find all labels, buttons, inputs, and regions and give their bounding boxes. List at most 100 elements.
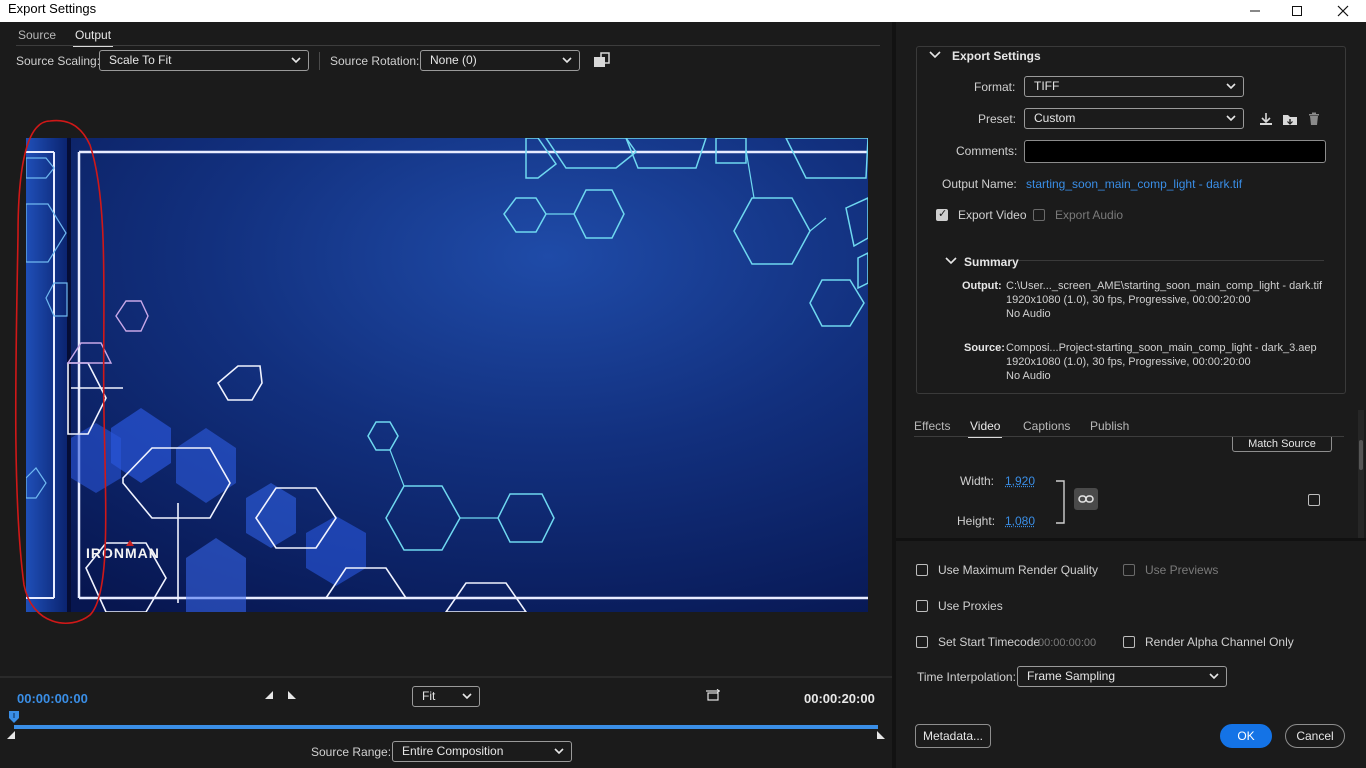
- chevron-down-icon[interactable]: [945, 256, 957, 266]
- source-rotation-value: None (0): [430, 53, 477, 67]
- scrollbar-track[interactable]: [1358, 410, 1364, 538]
- source-range-dropdown[interactable]: Entire Composition: [392, 741, 572, 762]
- preset-label: Preset:: [978, 112, 1017, 126]
- render-alpha-label: Render Alpha Channel Only: [1145, 635, 1294, 649]
- chevron-down-icon[interactable]: [929, 50, 941, 60]
- chevron-down-icon: [554, 748, 564, 755]
- summary-rule: [1018, 260, 1324, 261]
- summary-source-audio: No Audio: [1006, 370, 1051, 382]
- left-tabs: Source Output: [0, 22, 892, 47]
- export-audio-checkbox[interactable]: [1033, 209, 1045, 221]
- tab-source[interactable]: Source: [18, 28, 56, 42]
- video-preview: IRONMAN: [26, 138, 868, 612]
- delete-preset-icon[interactable]: [1305, 110, 1323, 128]
- tab-output[interactable]: Output: [72, 28, 114, 47]
- tab-captions[interactable]: Captions: [1023, 419, 1070, 433]
- chevron-down-icon: [562, 57, 572, 64]
- chain-link-icon[interactable]: [1074, 488, 1098, 510]
- source-scaling-value: Scale To Fit: [109, 53, 172, 67]
- use-proxies-checkbox[interactable]: [916, 600, 928, 612]
- width-value[interactable]: 1,920: [1005, 474, 1035, 488]
- cancel-button[interactable]: Cancel: [1285, 724, 1345, 748]
- summary-heading: Summary: [964, 255, 1019, 269]
- output-name-link[interactable]: starting_soon_main_comp_light - dark.tif: [1026, 177, 1242, 191]
- use-previews-label: Use Previews: [1145, 563, 1219, 577]
- set-in-point-icon[interactable]: [262, 688, 276, 702]
- time-interpolation-label: Time Interpolation:: [917, 670, 1016, 684]
- summary-source-path: Composi...Project-starting_soon_main_com…: [1006, 342, 1317, 354]
- comments-input[interactable]: [1024, 140, 1326, 163]
- export-video-checkbox[interactable]: [936, 207, 948, 221]
- chevron-down-icon: [1226, 115, 1236, 122]
- match-source-button[interactable]: Match Source: [1232, 437, 1332, 452]
- ok-button[interactable]: OK: [1220, 724, 1272, 748]
- summary-output-audio: No Audio: [1006, 308, 1051, 320]
- import-preset-icon[interactable]: [1281, 110, 1299, 128]
- height-label: Height:: [957, 514, 996, 528]
- maximize-icon[interactable]: [1274, 0, 1320, 22]
- save-preset-icon[interactable]: [1257, 110, 1275, 128]
- aspect-ratio-icon[interactable]: [704, 688, 722, 704]
- end-timecode: 00:00:20:00: [804, 691, 875, 706]
- annotation-circle: [14, 119, 107, 624]
- current-timecode[interactable]: 00:00:00:00: [17, 691, 88, 706]
- format-dropdown[interactable]: TIFF: [1024, 76, 1244, 97]
- export-settings-heading: Export Settings: [952, 49, 1041, 63]
- playhead-handle[interactable]: [9, 711, 19, 723]
- tab-underline: [16, 45, 880, 46]
- scrollbar-thumb[interactable]: [1359, 440, 1363, 470]
- max-render-quality-checkbox[interactable]: [916, 564, 928, 576]
- tab-effects[interactable]: Effects: [914, 419, 950, 433]
- start-timecode-value[interactable]: 00:00:00:00: [1038, 636, 1096, 650]
- source-rotation-label: Source Rotation:: [330, 54, 420, 68]
- metadata-button[interactable]: Metadata...: [915, 724, 991, 748]
- chevron-down-icon: [1209, 673, 1219, 680]
- tab-publish[interactable]: Publish: [1090, 419, 1129, 433]
- source-range-value: Entire Composition: [402, 744, 504, 758]
- panel-divider[interactable]: [892, 22, 896, 768]
- source-scaling-label: Source Scaling:: [16, 54, 101, 68]
- window-title: Export Settings: [8, 1, 97, 16]
- link-bracket: [1056, 480, 1065, 524]
- zoom-dropdown[interactable]: Fit: [412, 686, 480, 707]
- source-scaling-dropdown[interactable]: Scale To Fit: [99, 50, 309, 71]
- toolbar-separator: [319, 52, 320, 70]
- in-point-marker[interactable]: [6, 730, 16, 740]
- set-out-point-icon[interactable]: [285, 688, 299, 702]
- summary-output-path: C:\User..._screen_AME\starting_soon_main…: [1006, 280, 1323, 292]
- timeline-separator: [0, 676, 892, 678]
- minimize-icon[interactable]: [1232, 0, 1278, 22]
- use-previews-checkbox[interactable]: [1123, 564, 1135, 576]
- preview-graphic: IRONMAN: [26, 138, 868, 612]
- preset-value: Custom: [1034, 111, 1076, 125]
- summary-source-label: Source:: [964, 342, 1005, 354]
- width-label: Width:: [960, 474, 995, 488]
- summary-output-label: Output:: [962, 280, 1002, 292]
- summary-source-specs: 1920x1080 (1.0), 30 fps, Progressive, 00…: [1006, 356, 1251, 368]
- timeline-track[interactable]: [14, 725, 878, 729]
- export-audio-label: Export Audio: [1055, 208, 1124, 222]
- comments-label: Comments:: [956, 144, 1018, 158]
- start-timecode-label: Set Start Timecode: [938, 635, 1041, 649]
- title-bar: Export Settings: [0, 0, 1366, 22]
- max-render-quality-label: Use Maximum Render Quality: [938, 563, 1099, 577]
- time-interpolation-value: Frame Sampling: [1027, 669, 1116, 683]
- output-name-label: Output Name:: [942, 177, 1017, 191]
- height-value[interactable]: 1,080: [1005, 514, 1035, 528]
- use-proxies-label: Use Proxies: [938, 599, 1003, 613]
- summary-output-specs: 1920x1080 (1.0), 30 fps, Progressive, 00…: [1006, 294, 1251, 306]
- source-rotation-dropdown[interactable]: None (0): [420, 50, 580, 71]
- panel-separator: [896, 538, 1366, 541]
- close-icon[interactable]: [1320, 0, 1366, 22]
- format-value: TIFF: [1034, 79, 1060, 93]
- resize-checkbox[interactable]: [1308, 494, 1320, 506]
- start-timecode-checkbox[interactable]: [916, 636, 928, 648]
- tab-video[interactable]: Video: [967, 419, 1004, 438]
- time-interpolation-dropdown[interactable]: Frame Sampling: [1017, 666, 1227, 687]
- crop-icon[interactable]: [592, 51, 612, 69]
- preset-dropdown[interactable]: Custom: [1024, 108, 1244, 129]
- chevron-down-icon: [462, 693, 472, 700]
- render-alpha-checkbox[interactable]: [1123, 636, 1135, 648]
- zoom-value: Fit: [422, 689, 436, 703]
- out-point-marker[interactable]: [876, 730, 886, 740]
